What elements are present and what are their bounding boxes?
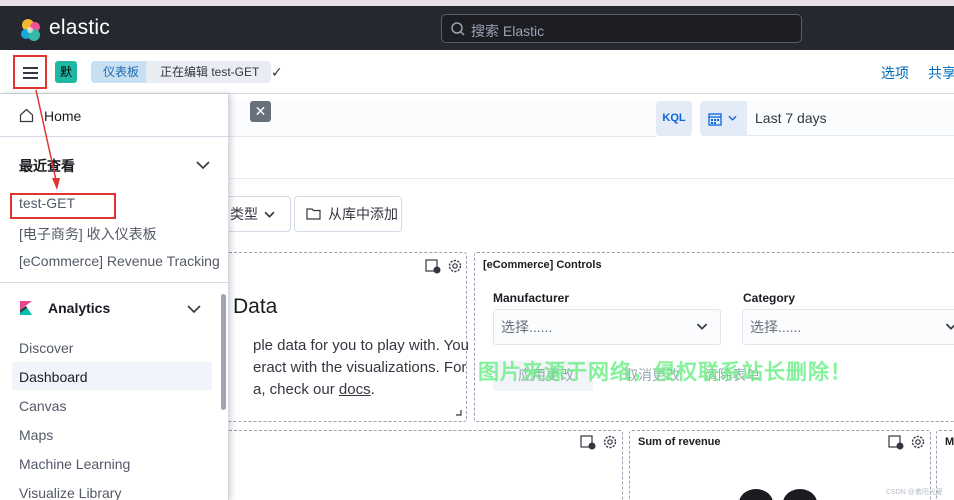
- revenue-title: Sum of revenue: [638, 436, 721, 448]
- controls-title: [eCommerce] Controls: [483, 259, 602, 271]
- check-icon[interactable]: ✓: [271, 64, 283, 81]
- calendar-check-icon[interactable]: [888, 434, 904, 450]
- nav-item-machine-learning[interactable]: Machine Learning: [19, 456, 130, 472]
- date-range-display[interactable]: Last 7 days: [747, 101, 954, 136]
- hamburger-icon-mid: [23, 72, 38, 74]
- home-label: Home: [44, 108, 82, 124]
- watermark-text: 图片来源于网络，侵权联系站长删除！: [478, 361, 852, 384]
- nav-divider: [0, 282, 229, 283]
- nav-scrollbar[interactable]: [221, 294, 226, 410]
- annotation-highlight-box: [10, 193, 116, 219]
- category-select[interactable]: 选择......: [742, 309, 954, 345]
- add-from-library-label: 从库中添加: [328, 206, 398, 222]
- chevron-down-icon: [728, 115, 737, 121]
- add-from-library-button[interactable]: 从库中添加: [294, 196, 402, 232]
- nav-item-discover[interactable]: Discover: [19, 340, 73, 356]
- analytics-section-title[interactable]: Analytics: [48, 300, 110, 316]
- share-link[interactable]: 共享: [928, 63, 954, 83]
- options-link[interactable]: 选项: [881, 63, 909, 83]
- resize-handle-icon[interactable]: [456, 410, 462, 416]
- kql-toggle-button[interactable]: KQL: [656, 101, 692, 136]
- hamburger-icon-bottom: [23, 77, 38, 79]
- calendar-check-icon[interactable]: [580, 434, 596, 450]
- nav-item-visualize-library[interactable]: Visualize Library: [19, 485, 121, 500]
- welcome-line-1: ple data for you to play with. You: [253, 337, 469, 354]
- nav-item-maps[interactable]: Maps: [19, 427, 53, 443]
- docs-suffix: .: [370, 381, 375, 398]
- welcome-line-3: a, check our docs.: [253, 379, 493, 401]
- controls-panel[interactable]: [eCommerce] Controls Manufacturer 选择....…: [474, 252, 954, 422]
- welcome-line-3-text: a, check our: [253, 381, 339, 398]
- type-button-label: 类型: [230, 206, 258, 222]
- calendar-check-icon[interactable]: [425, 258, 441, 274]
- filter-bar[interactable]: [228, 137, 954, 179]
- m-panel-title: M: [945, 436, 954, 448]
- visualization-panel[interactable]: [226, 430, 623, 500]
- category-placeholder: 选择......: [750, 319, 802, 335]
- breadcrumb-dashboards[interactable]: 仪表板: [91, 61, 162, 83]
- global-search-input[interactable]: 搜索 Elastic: [441, 14, 802, 43]
- welcome-panel[interactable]: Data ple data for you to play with. You …: [226, 252, 469, 422]
- panel-actions: [888, 434, 926, 450]
- menu-toggle-button[interactable]: [13, 55, 47, 89]
- date-picker-button[interactable]: [700, 101, 747, 136]
- top-header: elastic 搜索 Elastic: [0, 6, 954, 50]
- recent-section-title[interactable]: 最近查看: [19, 156, 75, 176]
- manufacturer-placeholder: 选择......: [501, 319, 553, 335]
- elastic-logo-icon[interactable]: [19, 18, 43, 42]
- space-avatar[interactable]: 默: [55, 61, 77, 83]
- gear-icon[interactable]: [447, 258, 463, 274]
- welcome-text: ple data for you to play with. You eract…: [253, 335, 493, 401]
- recent-item[interactable]: [eCommerce] Revenue Tracking: [19, 253, 220, 269]
- chevron-down-icon: [264, 211, 275, 218]
- chevron-down-icon: [696, 323, 708, 330]
- recent-item[interactable]: [电子商务] 收入仪表板: [19, 224, 157, 244]
- query-input[interactable]: [228, 100, 656, 137]
- welcome-title: Data: [233, 295, 278, 318]
- panel-actions: [580, 434, 618, 450]
- chevron-down-icon[interactable]: [187, 304, 201, 314]
- home-icon: [19, 108, 34, 123]
- side-navigation: Home 最近查看 test-GET [电子商务] 收入仪表板 [eCommer…: [0, 94, 229, 500]
- gear-icon[interactable]: [910, 434, 926, 450]
- chevron-down-icon: [945, 323, 954, 330]
- gear-icon[interactable]: [602, 434, 618, 450]
- search-placeholder: 搜索 Elastic: [471, 23, 545, 39]
- hamburger-icon: [23, 67, 38, 69]
- nav-item-dashboard[interactable]: Dashboard: [19, 369, 88, 385]
- manufacturer-label: Manufacturer: [493, 291, 570, 305]
- chevron-down-icon[interactable]: [196, 160, 210, 170]
- manufacturer-select[interactable]: 选择......: [493, 309, 721, 345]
- kibana-analytics-icon: [20, 301, 32, 315]
- welcome-line-2: eract with the visualizations. For: [253, 359, 467, 376]
- metric-value-partial: [739, 489, 817, 500]
- csdn-credit: CSDN @着阳光夏: [886, 489, 943, 496]
- docs-link[interactable]: docs: [339, 381, 371, 398]
- panel-actions: [425, 258, 463, 274]
- nav-item-canvas[interactable]: Canvas: [19, 398, 66, 414]
- folder-icon: [306, 208, 321, 220]
- nav-home-item[interactable]: Home: [0, 94, 229, 137]
- brand-name: elastic: [49, 16, 110, 39]
- close-icon[interactable]: ✕: [250, 101, 271, 122]
- calendar-icon: [708, 113, 722, 126]
- category-label: Category: [743, 291, 796, 305]
- breadcrumb-current: 正在编辑 test-GET: [146, 61, 272, 83]
- search-icon: [451, 22, 465, 36]
